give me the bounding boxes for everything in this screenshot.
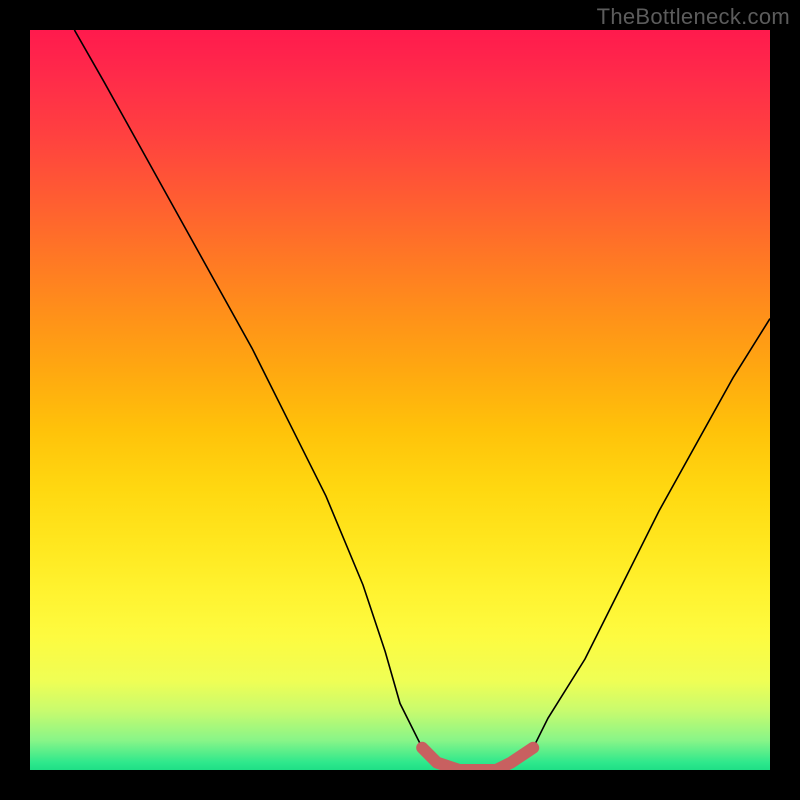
- plot-area: [30, 30, 770, 770]
- watermark-text: TheBottleneck.com: [597, 4, 790, 30]
- bottleneck-curve: [74, 30, 770, 770]
- chart-svg: [30, 30, 770, 770]
- chart-frame: TheBottleneck.com: [0, 0, 800, 800]
- no-bottleneck-highlight: [422, 748, 533, 770]
